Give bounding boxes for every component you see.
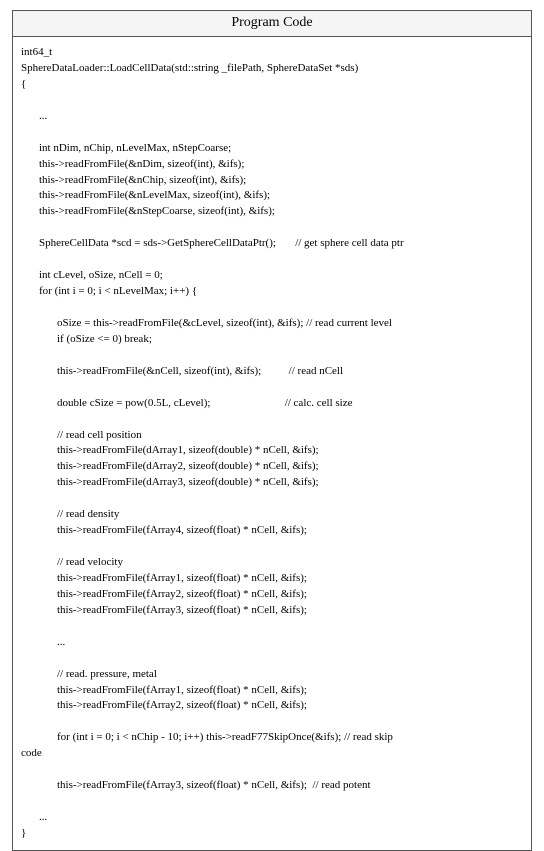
code-comment: // get sphere cell data ptr [295, 237, 403, 249]
code-body: int64_t SphereDataLoader::LoadCellData(s… [13, 37, 531, 850]
code-line: ... [39, 811, 47, 823]
panel-title: Program Code [13, 11, 531, 37]
code-line: if (oSize <= 0) break; [57, 333, 152, 345]
code-line: this->readFromFile(fArray2, sizeof(float… [57, 699, 307, 711]
code-line: this->readFromFile(&nCell, sizeof(int), … [57, 365, 261, 377]
code-line: this->readFromFile(fArray3, sizeof(float… [57, 779, 371, 791]
code-line: int nDim, nChip, nLevelMax, nStepCoarse; [39, 142, 231, 154]
code-line: double cSize = pow(0.5L, cLevel); [57, 397, 210, 409]
code-line: { [21, 78, 26, 90]
code-line: int64_t [21, 46, 52, 58]
code-line: this->readFromFile(dArray2, sizeof(doubl… [57, 460, 319, 472]
code-line: this->readFromFile(&nChip, sizeof(int), … [39, 174, 246, 186]
code-comment: // calc. cell size [285, 397, 353, 409]
code-line: this->readFromFile(fArray4, sizeof(float… [57, 524, 307, 536]
code-line: this->readFromFile(fArray1, sizeof(float… [57, 572, 307, 584]
code-line: int cLevel, oSize, nCell = 0; [39, 269, 163, 281]
code-line: SphereCellData *scd = sds->GetSphereCell… [39, 237, 276, 249]
code-comment: // read nCell [289, 365, 343, 377]
code-line: // read cell position [57, 429, 142, 441]
code-line: this->readFromFile(fArray1, sizeof(float… [57, 684, 307, 696]
code-line: for (int i = 0; i < nLevelMax; i++) { [39, 285, 197, 297]
page: Program Code int64_t SphereDataLoader::L… [0, 0, 544, 804]
code-line: this->readFromFile(dArray3, sizeof(doubl… [57, 476, 319, 488]
code-line: this->readFromFile(&nStepCoarse, sizeof(… [39, 205, 275, 217]
code-line: SphereDataLoader::LoadCellData(std::stri… [21, 62, 358, 74]
code-line: this->readFromFile(fArray2, sizeof(float… [57, 588, 307, 600]
code-line: // read. pressure, metal [57, 668, 157, 680]
code-line: this->readFromFile(&nDim, sizeof(int), &… [39, 158, 244, 170]
code-line: this->readFromFile(dArray1, sizeof(doubl… [57, 444, 319, 456]
code-line: } [21, 827, 26, 839]
code-line: this->readFromFile(fArray3, sizeof(float… [57, 604, 307, 616]
code-line: // read velocity [57, 556, 123, 568]
code-line: for (int i = 0; i < nChip - 10; i++) thi… [57, 731, 393, 743]
code-line: ... [57, 636, 65, 648]
code-line: this->readFromFile(&nLevelMax, sizeof(in… [39, 189, 270, 201]
code-panel: Program Code int64_t SphereDataLoader::L… [12, 10, 532, 851]
code-line: oSize = this->readFromFile(&cLevel, size… [57, 317, 392, 329]
code-line: ... [39, 110, 47, 122]
code-line: code [21, 747, 42, 759]
code-line: // read density [57, 508, 119, 520]
